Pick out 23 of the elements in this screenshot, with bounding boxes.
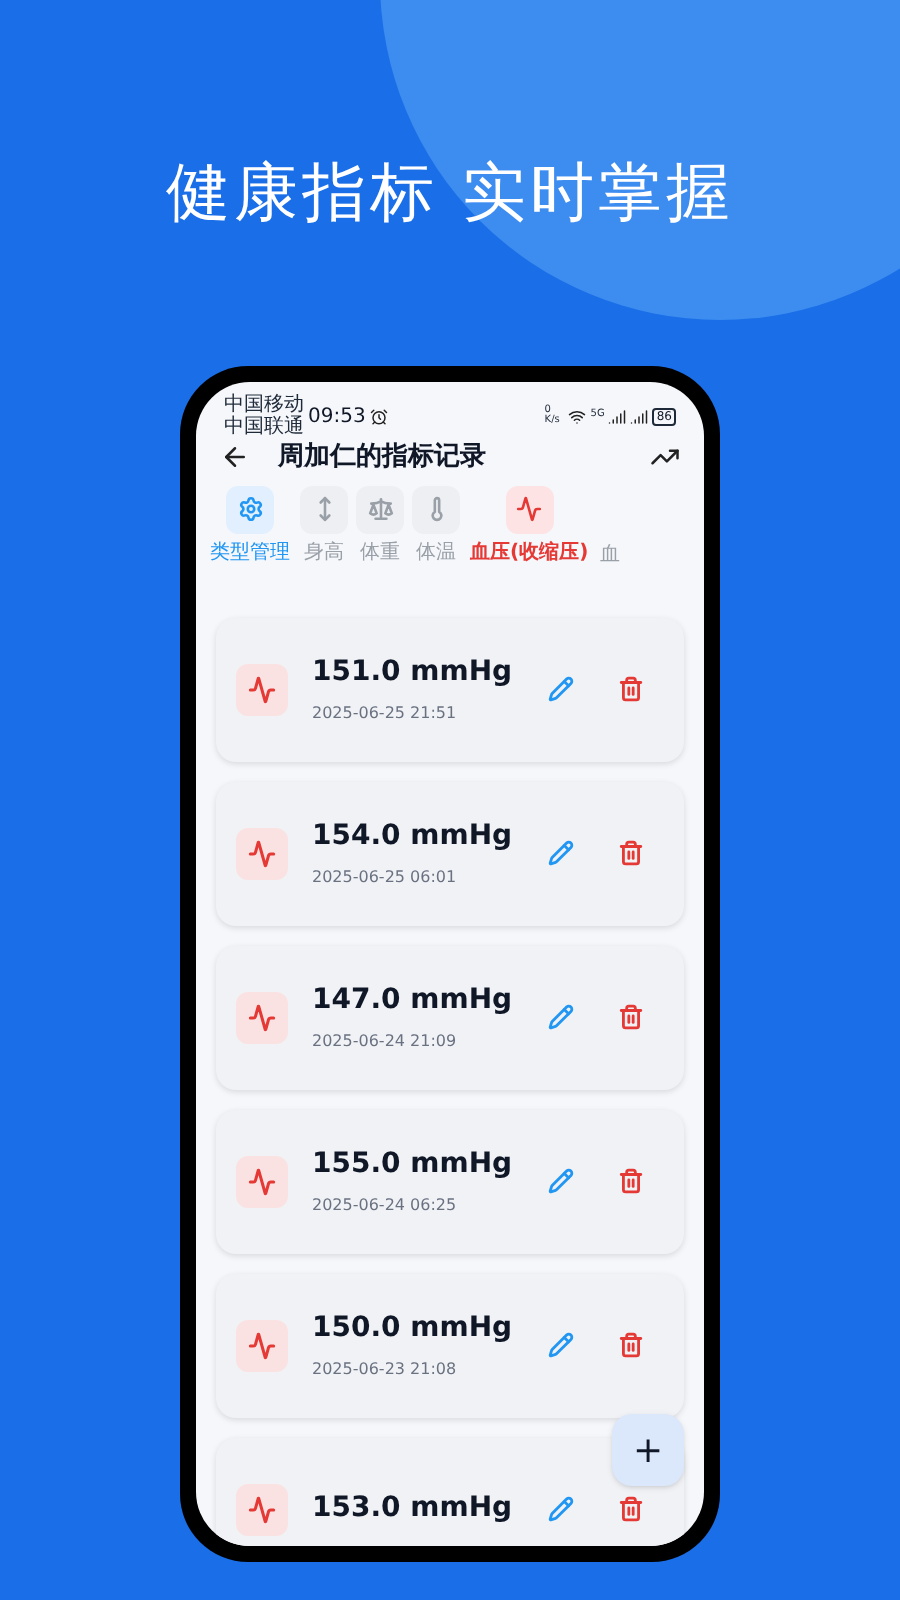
category-tab[interactable]: 血 (598, 485, 623, 569)
record-value: 155.0 mmHg (312, 1146, 515, 1184)
carrier-label: 中国联通 (224, 416, 304, 438)
category-tab[interactable]: 类型管理 (208, 485, 292, 567)
record-time: 2025-06-23 21:08 (312, 1358, 459, 1382)
page-title: 周加仁的指标记录 (278, 440, 488, 476)
add-button[interactable]: + (612, 1414, 684, 1486)
headline: 健康指标 实时掌握 (165, 152, 735, 234)
record-value: 154.0 mmHg (312, 818, 515, 856)
record-value: 147.0 mmHg (312, 982, 515, 1020)
category-tab[interactable]: 体温 (412, 485, 460, 567)
category-tab[interactable]: 血压(收缩压) (468, 485, 591, 567)
record-time: 2025-06-24 06:25 (312, 1194, 459, 1218)
record-time: 2025-06-25 21:51 (312, 702, 459, 726)
record-time: 2025-06-25 06:01 (312, 866, 459, 890)
category-tab[interactable]: 体重 (356, 485, 404, 567)
record-value: 153.0 mmHg (312, 1490, 515, 1528)
record-value: 150.0 mmHg (312, 1310, 515, 1348)
status-time: 09:53 (308, 403, 366, 431)
category-tab[interactable]: 身高 (300, 485, 348, 567)
carrier-label: 中国移动 (224, 394, 304, 416)
record-time: 2025-06-24 21:09 (312, 1030, 459, 1054)
record-value: 151.0 mmHg (312, 654, 515, 692)
